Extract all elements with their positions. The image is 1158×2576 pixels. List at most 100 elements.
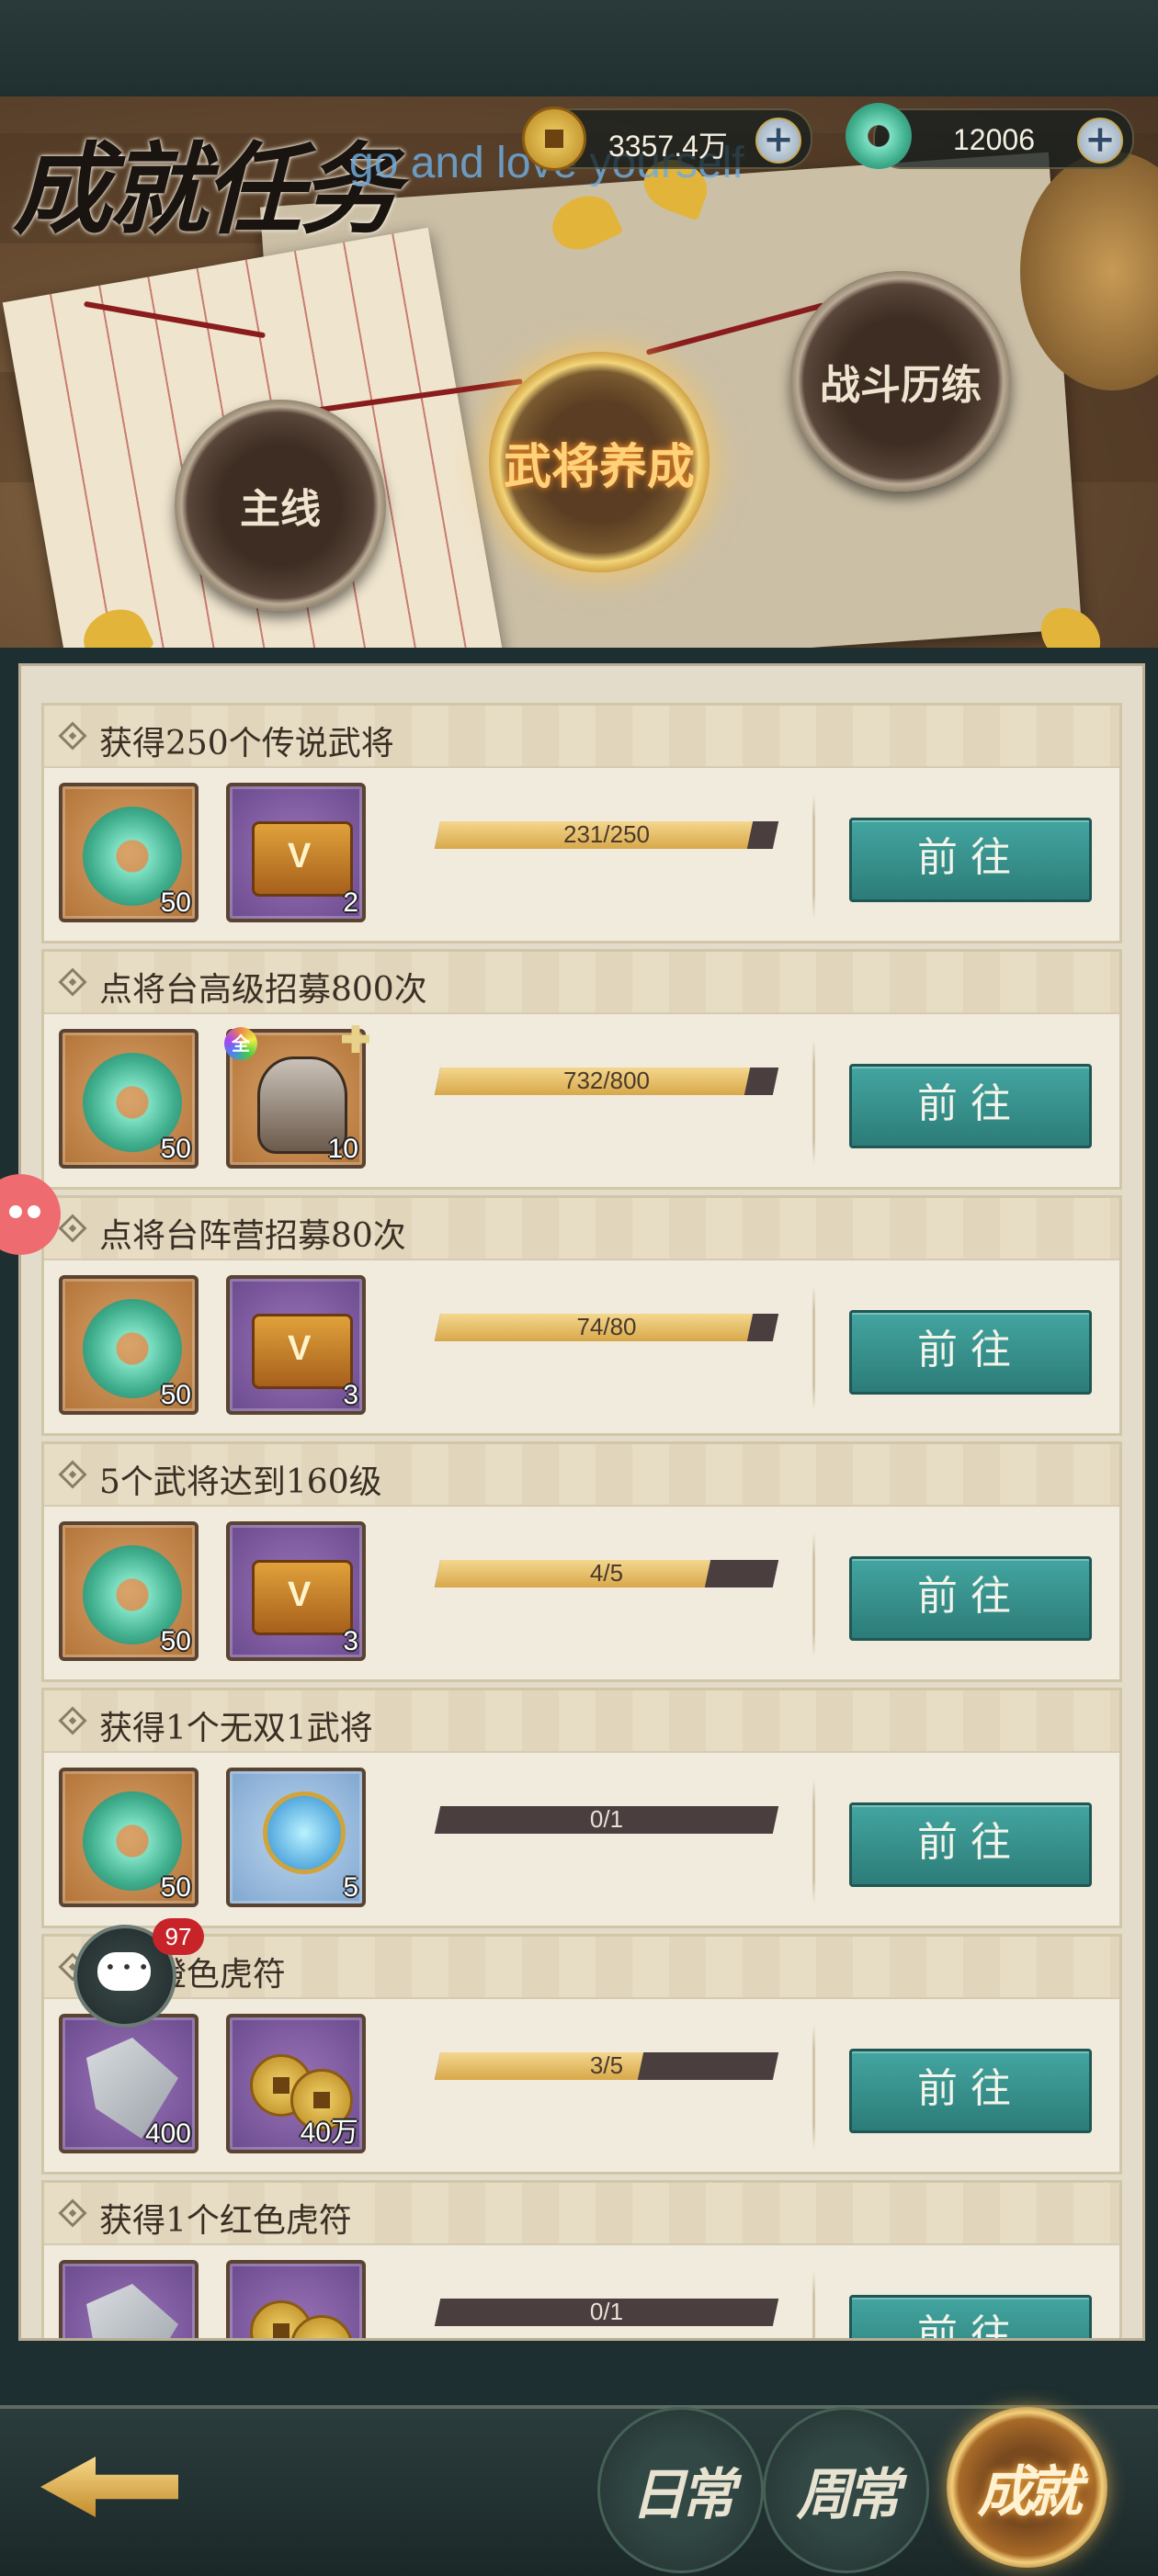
- category-battle-label: 战斗历练: [820, 362, 982, 409]
- jade-currency-display: 12006 +: [873, 108, 1134, 169]
- add-coin-button[interactable]: +: [755, 118, 801, 164]
- reward-count: 50: [160, 1134, 191, 1164]
- chat-unread-badge: 97: [153, 1918, 204, 1955]
- task-header: 点将台阵营招募80次: [44, 1198, 1119, 1260]
- tab-daily-label: 日常: [630, 2463, 736, 2527]
- coin-icon: [522, 107, 586, 171]
- task-row: 5个橙色虎符 400 40万 3/5 前往: [41, 1934, 1122, 2175]
- category-main-label: 主线: [240, 486, 321, 533]
- tab-daily[interactable]: 日常: [597, 2407, 764, 2573]
- chat-icon: [97, 1952, 151, 1991]
- task-title: 点将台高级招募800次: [99, 971, 427, 1009]
- row-divider: [812, 1040, 815, 1165]
- reward-item[interactable]: 3: [226, 1275, 366, 1415]
- diamond-bullet-icon: [58, 1460, 87, 1489]
- row-divider: [812, 794, 815, 919]
- go-button[interactable]: 前往: [849, 1310, 1092, 1395]
- jade-icon: [846, 103, 912, 169]
- category-hero-training-seal[interactable]: 武将养成: [489, 352, 710, 572]
- reward-item[interactable]: 50: [59, 1275, 199, 1415]
- diamond-bullet-icon: [58, 721, 87, 751]
- reward-item[interactable]: 50: [59, 1029, 199, 1169]
- reward-count: 400: [144, 2118, 191, 2149]
- progress-text: 0/1: [589, 2298, 624, 2325]
- reward-item[interactable]: 2: [226, 783, 366, 922]
- task-title: 点将台阵营招募80次: [99, 1217, 406, 1255]
- diamond-bullet-icon: [58, 1706, 87, 1735]
- back-arrow-icon: [40, 2457, 178, 2517]
- progress-text: 231/250: [563, 820, 650, 848]
- tab-achievement[interactable]: 成就: [947, 2407, 1107, 2568]
- task-header: 获得250个传说武将: [44, 706, 1119, 768]
- coin-amount: 3357.4万: [608, 130, 728, 163]
- reward-item[interactable]: 400: [59, 2014, 199, 2153]
- crystal-orb-icon: [263, 1791, 346, 1874]
- tab-weekly-label: 周常: [796, 2463, 902, 2527]
- task-header: 点将台高级招募800次: [44, 952, 1119, 1014]
- reward-item[interactable]: [59, 2260, 199, 2338]
- fragment-icon: [342, 1025, 369, 1053]
- universal-badge: 全: [224, 1027, 257, 1060]
- coins-icon: [250, 2291, 353, 2338]
- go-button[interactable]: 前往: [849, 2049, 1092, 2133]
- reward-item[interactable]: 3: [226, 1521, 366, 1661]
- reward-item[interactable]: 50: [59, 1768, 199, 1907]
- go-button[interactable]: 前往: [849, 1064, 1092, 1148]
- reward-count: 50: [160, 1626, 191, 1656]
- reward-count: 50: [160, 887, 191, 918]
- reward-count: 50: [160, 1380, 191, 1410]
- diamond-bullet-icon: [58, 1214, 87, 1243]
- go-button[interactable]: 前往: [849, 2295, 1092, 2338]
- reward-item[interactable]: 全 10: [224, 1025, 369, 1169]
- reward-count: 50: [160, 1872, 191, 1903]
- add-jade-button[interactable]: +: [1077, 118, 1123, 164]
- task-title: 获得1个无双1武将: [99, 1710, 373, 1747]
- category-hero-training-label: 武将养成: [503, 438, 695, 495]
- task-row: 5个武将达到160级 50 3 4/5 前往: [41, 1441, 1122, 1682]
- task-title: 5个武将达到160级: [99, 1463, 382, 1501]
- task-row: 获得250个传说武将 50 2 231/250 前往: [41, 703, 1122, 943]
- row-divider: [812, 1779, 815, 1904]
- diamond-bullet-icon: [58, 967, 87, 997]
- task-row: 获得1个无双1武将 50 5 0/1 前往: [41, 1688, 1122, 1928]
- task-list[interactable]: 获得250个传说武将502231/250前往点将台高级招募800次50全1073…: [18, 663, 1145, 2341]
- reward-item[interactable]: [226, 2260, 366, 2338]
- progress-text: 3/5: [589, 2051, 624, 2079]
- category-main-seal[interactable]: 主线: [175, 400, 386, 611]
- row-divider: [812, 2271, 815, 2338]
- go-button[interactable]: 前往: [849, 818, 1092, 902]
- reward-item[interactable]: 50: [59, 1521, 199, 1661]
- task-row: 获得1个红色虎符 0/1 前往: [41, 2180, 1122, 2338]
- progress-text: 74/80: [576, 1313, 637, 1340]
- go-button[interactable]: 前往: [849, 1556, 1092, 1641]
- progress-text: 4/5: [589, 1559, 624, 1587]
- task-row: 点将台高级招募800次 50 全 10 732/800 前往: [41, 949, 1122, 1190]
- tiger-tally-icon: [86, 2284, 178, 2338]
- diamond-bullet-icon: [58, 2198, 87, 2228]
- jade-amount: 12006: [953, 123, 1035, 156]
- task-title: 获得1个红色虎符: [99, 2202, 352, 2240]
- task-header: 5个橙色虎符: [44, 1937, 1119, 1999]
- task-row: 点将台阵营招募80次 50 3 74/80 前往: [41, 1195, 1122, 1436]
- go-button[interactable]: 前往: [849, 1802, 1092, 1887]
- page-title: 成就任务: [13, 132, 399, 248]
- reward-item[interactable]: 50: [59, 783, 199, 922]
- task-header: 5个武将达到160级: [44, 1444, 1119, 1507]
- back-button[interactable]: [28, 2436, 184, 2537]
- row-divider: [812, 1532, 815, 1657]
- progress-text: 732/800: [563, 1067, 650, 1094]
- treasure-chest-icon: [252, 821, 353, 897]
- reward-item[interactable]: 5: [226, 1768, 366, 1907]
- reward-count: 3: [343, 1626, 358, 1656]
- reward-count: 2: [343, 887, 358, 918]
- task-header: 获得1个红色虎符: [44, 2183, 1119, 2245]
- reward-item[interactable]: 40万: [226, 2014, 366, 2153]
- row-divider: [812, 1286, 815, 1411]
- reward-count: 3: [343, 1380, 358, 1410]
- top-status-bar: [0, 0, 1158, 96]
- tab-weekly[interactable]: 周常: [763, 2407, 929, 2573]
- treasure-chest-icon: [252, 1314, 353, 1389]
- reward-count: 5: [343, 1872, 358, 1903]
- category-battle-seal[interactable]: 战斗历练: [790, 271, 1011, 491]
- row-divider: [812, 2025, 815, 2150]
